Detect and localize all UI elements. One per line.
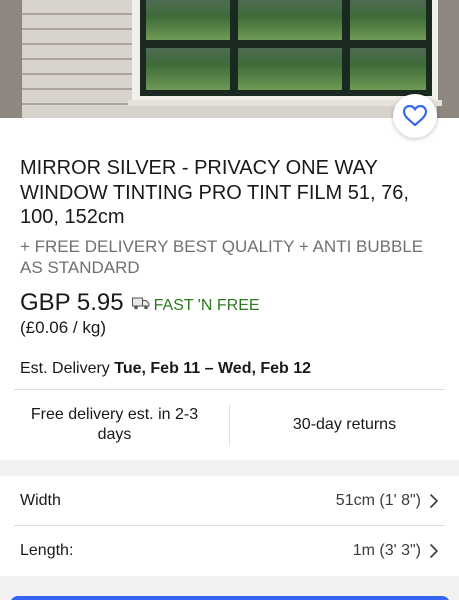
delivery-label: Est. Delivery — [20, 360, 115, 377]
width-selector[interactable]: Width 51cm (1' 8") — [0, 476, 459, 526]
truck-icon — [131, 297, 150, 310]
window-pane — [350, 48, 426, 90]
returns-text: 30-day returns — [292, 416, 397, 433]
width-label: Width — [20, 492, 61, 509]
estimated-delivery: Est. Delivery Tue, Feb 11 – Wed, Feb 12 — [20, 360, 311, 378]
unit-price: (£0.06 / kg) — [20, 318, 106, 337]
window-pane — [350, 0, 426, 40]
price-row: GBP 5.95 FAST 'N FREE — [20, 289, 260, 317]
length-selector[interactable]: Length: 1m (3' 3") — [0, 526, 459, 576]
chevron-right-icon — [430, 494, 438, 508]
buy-button-edge[interactable] — [10, 596, 450, 600]
benefits-row: Free delivery est. in 2-3 days 30-day re… — [0, 392, 459, 458]
length-value-wrap: 1m (3' 3") — [353, 542, 439, 560]
returns-benefit: 30-day returns — [230, 392, 459, 458]
chevron-right-icon — [430, 544, 438, 558]
product-title: MIRROR SILVER - PRIVACY ONE WAY WINDOW T… — [20, 157, 409, 228]
product-subtitle: + FREE DELIVERY BEST QUALITY + ANTI BUBB… — [20, 237, 424, 277]
free-delivery-benefit: Free delivery est. in 2-3 days — [0, 392, 229, 458]
window-pane — [238, 48, 342, 90]
heart-icon — [403, 105, 427, 127]
product-price: GBP 5.95 — [20, 289, 124, 316]
add-to-watchlist-button[interactable] — [393, 94, 437, 138]
width-value: 51cm (1' 8") — [335, 492, 421, 509]
length-value: 1m (3' 3") — [352, 542, 421, 559]
divider — [14, 389, 445, 390]
free-delivery-text: Free delivery est. in 2-3 days — [30, 406, 199, 443]
product-image[interactable] — [0, 0, 459, 118]
shipping-badge: FAST 'N FREE — [153, 297, 260, 314]
wall-trim-left — [0, 0, 22, 118]
window-pane — [238, 0, 342, 40]
width-value-wrap: 51cm (1' 8") — [336, 492, 439, 510]
window-glass — [140, 0, 432, 96]
window-pane — [146, 0, 230, 40]
section-gap — [0, 460, 459, 476]
delivery-dates: Tue, Feb 11 – Wed, Feb 12 — [114, 360, 312, 377]
length-label: Length: — [20, 542, 74, 559]
window-pane — [146, 48, 230, 90]
